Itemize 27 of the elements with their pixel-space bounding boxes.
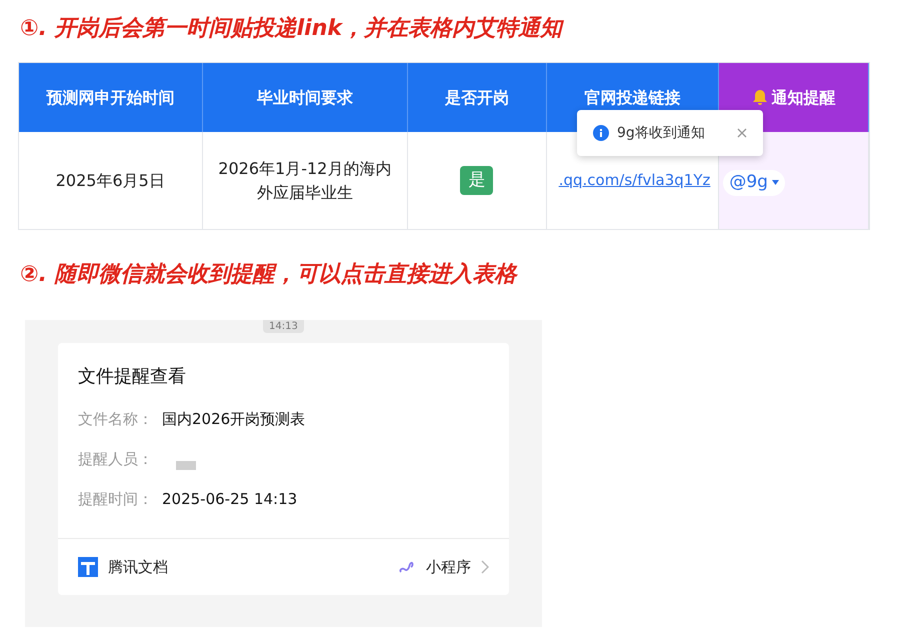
field-label: 提醒时间：: [78, 488, 154, 510]
field-value: 2025-06-25 14:13: [162, 488, 298, 510]
timestamp: 14:13: [263, 320, 304, 333]
column-header: 是否开岗: [408, 63, 547, 132]
mention-chip[interactable]: @9g: [723, 170, 785, 196]
table-cell-text: 2025年6月5日: [54, 170, 166, 192]
info-icon: [593, 125, 609, 141]
card-title: 文件提醒查看: [78, 365, 187, 389]
field-label: 提醒人员：: [78, 448, 154, 470]
close-button[interactable]: [737, 128, 747, 138]
link[interactable]: .qq.com/s/fvla3q1Yz: [558, 169, 710, 192]
chevron-right-icon: [481, 560, 489, 574]
table-cell-text: 2026年1月-12月的海内外应届毕业生: [217, 158, 392, 204]
column-header: 毕业时间要求: [202, 63, 408, 132]
app-name: 腾讯文档: [108, 556, 168, 578]
step-heading: ②. 随即微信就会收到提醒，可以点击直接进入表格: [19, 260, 519, 288]
bell-icon: [752, 89, 768, 106]
column-header: 通知提醒: [719, 63, 869, 132]
step-heading: ①. 开岗后会第一时间贴投递link，并在表格内艾特通知: [19, 14, 565, 42]
field-label: 文件名称：: [78, 408, 154, 430]
column-header: 预测网申开始时间: [19, 63, 203, 132]
status-tag: 是: [460, 166, 494, 196]
app-logo-icon: [78, 557, 98, 577]
message-card[interactable]: 文件提醒查看 文件名称： 国内2026开岗预测表 提醒人员： 提醒时间： 2025-06-25 14:13 腾讯文档 小程序: [58, 343, 509, 595]
caret-icon: [772, 180, 779, 186]
source-label: 小程序: [426, 556, 471, 578]
field-value: 国内2026开岗预测表: [162, 408, 306, 430]
